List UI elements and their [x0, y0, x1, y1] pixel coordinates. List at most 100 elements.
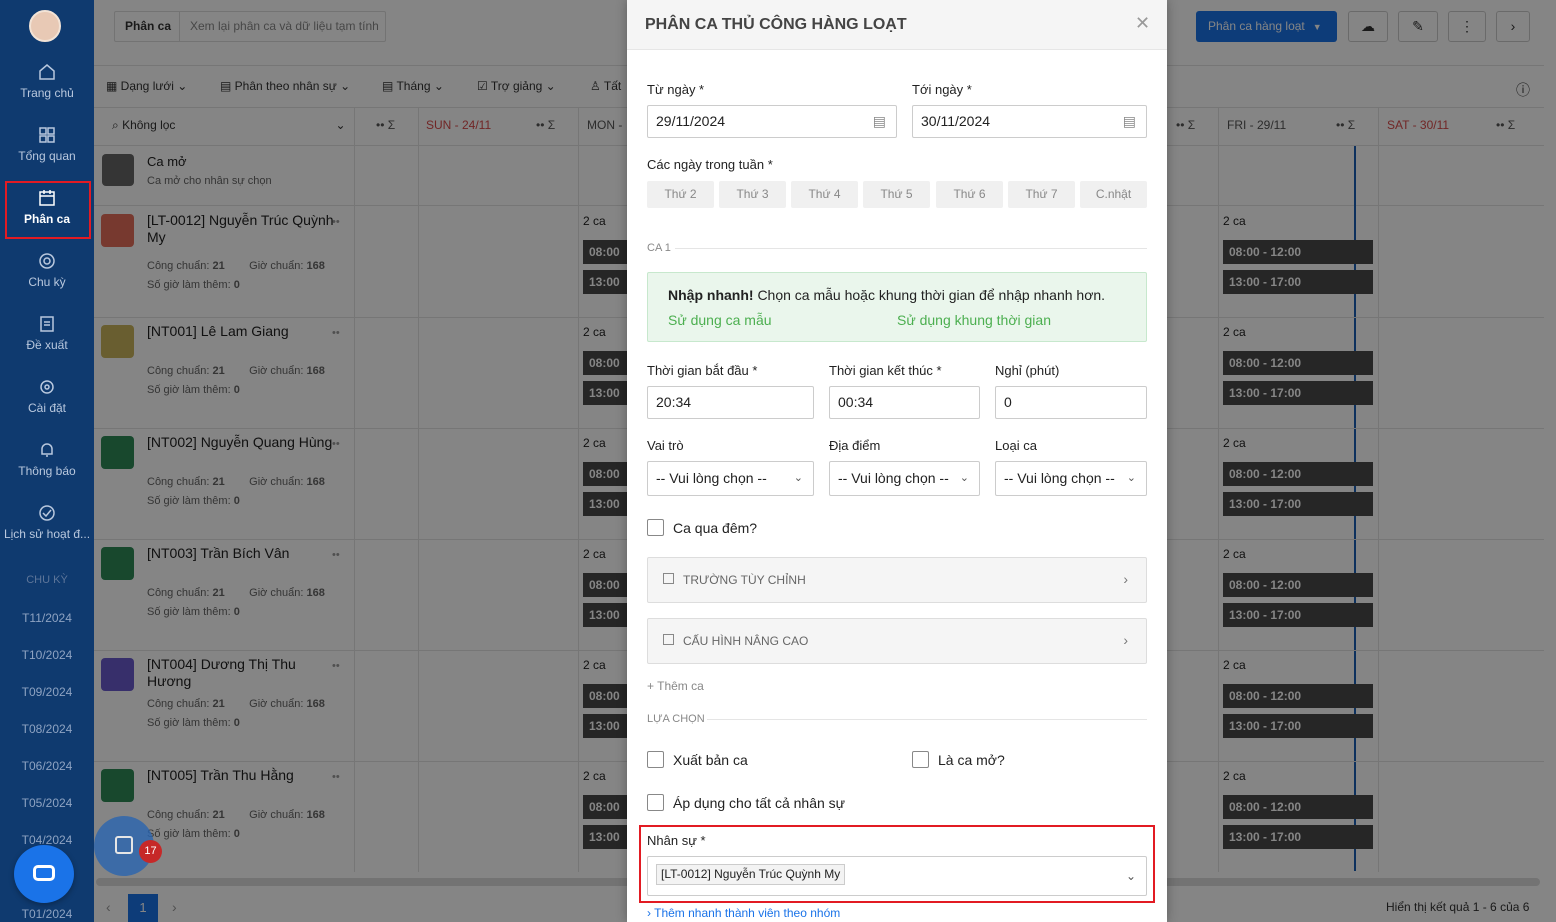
- period-item[interactable]: T08/2024: [0, 722, 94, 736]
- break-label: Nghỉ (phút): [995, 363, 1060, 378]
- shift-type-select[interactable]: -- Vui lòng chọn -- ⌄: [995, 461, 1147, 496]
- weekday-toggle[interactable]: Thứ 5: [863, 181, 930, 208]
- next-button[interactable]: ›: [1496, 11, 1530, 42]
- more-button[interactable]: ⋮: [1448, 11, 1486, 42]
- to-date-input[interactable]: 30/11/2024 ▤: [912, 105, 1147, 138]
- open-shift-checkbox[interactable]: [912, 751, 929, 768]
- chat-button[interactable]: [14, 845, 74, 903]
- shift-block[interactable]: 08:00: [583, 573, 627, 597]
- shift-block[interactable]: 13:00: [583, 714, 627, 738]
- row-menu-icon[interactable]: ••: [332, 327, 340, 339]
- info-icon[interactable]: ⓘ: [1516, 80, 1530, 100]
- filter-role[interactable]: ☑ Trợ giảng ⌄: [477, 79, 556, 93]
- publish-checkbox[interactable]: [647, 751, 664, 768]
- period-item[interactable]: T05/2024: [0, 796, 94, 810]
- next-page-button[interactable]: ›: [172, 899, 177, 915]
- filter-view[interactable]: ▦ Dạng lưới ⌄: [106, 79, 187, 93]
- column-tools[interactable]: •• Σ: [1176, 118, 1195, 132]
- shift-block[interactable]: 08:00: [583, 240, 627, 264]
- shift-block[interactable]: 08:00 - 12:00: [1223, 573, 1373, 597]
- add-group-link[interactable]: › Thêm nhanh thành viên theo nhóm: [647, 906, 840, 920]
- shift-block[interactable]: 08:00: [583, 462, 627, 486]
- avatar[interactable]: [29, 10, 61, 42]
- end-time-input[interactable]: 00:34: [829, 386, 980, 419]
- row-menu-icon[interactable]: ••: [332, 216, 340, 228]
- weekday-toggle[interactable]: C.nhật: [1080, 181, 1147, 208]
- shift-block[interactable]: 13:00: [583, 825, 627, 849]
- sidebar-item-cycle[interactable]: Chu kỳ: [0, 251, 94, 289]
- sidebar-item-proposal[interactable]: Đề xuất: [0, 314, 94, 352]
- add-shift-link[interactable]: + Thêm ca: [647, 679, 704, 693]
- shift-block[interactable]: 13:00 - 17:00: [1223, 603, 1373, 627]
- search-filter[interactable]: ⌕ Không lọc ⌄: [112, 118, 346, 133]
- sidebar-item-notifications[interactable]: Thông báo: [0, 440, 94, 478]
- stat-value: 0: [233, 384, 240, 396]
- use-timeframe-link[interactable]: Sử dụng khung thời gian: [897, 312, 1051, 328]
- page-button[interactable]: 1: [128, 894, 158, 922]
- shift-block[interactable]: 13:00: [583, 603, 627, 627]
- stat-label: Giờ chuẩn:: [249, 365, 304, 377]
- magic-wand-button[interactable]: ✎: [1398, 11, 1438, 42]
- column-tools[interactable]: •• Σ: [536, 118, 555, 132]
- period-item[interactable]: T06/2024: [0, 759, 94, 773]
- sidebar-item-settings[interactable]: Cài đặt: [0, 377, 94, 415]
- filter-period[interactable]: ▤ Tháng ⌄: [382, 79, 444, 93]
- column-tools[interactable]: •• Σ: [1336, 118, 1355, 132]
- shift-block[interactable]: 13:00 - 17:00: [1223, 381, 1373, 405]
- shift-block[interactable]: 13:00 - 17:00: [1223, 270, 1373, 294]
- tab-shifts[interactable]: Phân ca: [125, 19, 171, 33]
- employee-overtime: Số giờ làm thêm: 0: [147, 606, 240, 618]
- shift-block[interactable]: 08:00 - 12:00: [1223, 240, 1373, 264]
- weekday-toggle[interactable]: Thứ 6: [936, 181, 1003, 208]
- column-tools[interactable]: •• Σ: [376, 118, 395, 132]
- shift-block[interactable]: 13:00 - 17:00: [1223, 825, 1373, 849]
- row-menu-icon[interactable]: ••: [332, 438, 340, 450]
- shift-block[interactable]: 08:00: [583, 795, 627, 819]
- stat-value: 21: [212, 809, 225, 821]
- break-input[interactable]: 0: [995, 386, 1147, 419]
- period-item[interactable]: T10/2024: [0, 648, 94, 662]
- period-item[interactable]: T11/2024: [0, 611, 94, 625]
- shift-block[interactable]: 08:00 - 12:00: [1223, 795, 1373, 819]
- weekday-toggle[interactable]: Thứ 3: [719, 181, 786, 208]
- custom-fields-accordion[interactable]: TRƯỜNG TÙY CHỈNH ›: [647, 557, 1147, 603]
- weekday-toggle[interactable]: Thứ 2: [647, 181, 714, 208]
- shift-block[interactable]: 08:00: [583, 684, 627, 708]
- close-icon[interactable]: ✕: [1135, 13, 1150, 34]
- sidebar-item-history[interactable]: Lịch sử hoạt đ...: [0, 503, 94, 541]
- from-date-input[interactable]: 29/11/2024 ▤: [647, 105, 897, 138]
- calendar-icon[interactable]: ▤: [873, 106, 886, 137]
- filter-group[interactable]: ▤ Phân theo nhân sự ⌄: [220, 79, 350, 93]
- period-item[interactable]: T01/2024: [0, 907, 94, 921]
- period-item[interactable]: T09/2024: [0, 685, 94, 699]
- filter-more[interactable]: ♙ Tất: [590, 79, 621, 93]
- weekday-toggle[interactable]: Thứ 7: [1008, 181, 1075, 208]
- shift-block[interactable]: 13:00 - 17:00: [1223, 714, 1373, 738]
- shift-block[interactable]: 13:00: [583, 492, 627, 516]
- prev-page-button[interactable]: ‹: [106, 899, 111, 915]
- shift-block[interactable]: 08:00: [583, 351, 627, 375]
- cloud-sync-button[interactable]: ☁: [1348, 11, 1388, 42]
- weekday-toggle[interactable]: Thứ 4: [791, 181, 858, 208]
- apply-all-checkbox[interactable]: [647, 794, 664, 811]
- row-menu-icon[interactable]: ••: [332, 549, 340, 561]
- calendar-icon[interactable]: ▤: [1123, 106, 1136, 137]
- shift-block[interactable]: 08:00 - 12:00: [1223, 462, 1373, 486]
- shift-block[interactable]: 08:00 - 12:00: [1223, 684, 1373, 708]
- sidebar-item-overview[interactable]: Tổng quan: [0, 125, 94, 163]
- column-tools[interactable]: •• Σ: [1496, 118, 1515, 132]
- row-menu-icon[interactable]: ••: [332, 771, 340, 783]
- role-select[interactable]: -- Vui lòng chọn -- ⌄: [647, 461, 814, 496]
- sidebar-item-home[interactable]: Trang chủ: [0, 62, 94, 100]
- start-time-input[interactable]: 20:34: [647, 386, 814, 419]
- overnight-checkbox[interactable]: [647, 519, 664, 536]
- row-menu-icon[interactable]: ••: [332, 660, 340, 672]
- use-template-link[interactable]: Sử dụng ca mẫu: [668, 312, 772, 328]
- advanced-config-accordion[interactable]: CẤU HÌNH NÂNG CAO ›: [647, 618, 1147, 664]
- shift-block[interactable]: 13:00 - 17:00: [1223, 492, 1373, 516]
- shift-block[interactable]: 08:00 - 12:00: [1223, 351, 1373, 375]
- bulk-shift-button[interactable]: Phân ca hàng loạt ▼: [1196, 11, 1337, 42]
- shift-block[interactable]: 13:00: [583, 381, 627, 405]
- shift-block[interactable]: 13:00: [583, 270, 627, 294]
- location-select[interactable]: -- Vui lòng chọn -- ⌄: [829, 461, 980, 496]
